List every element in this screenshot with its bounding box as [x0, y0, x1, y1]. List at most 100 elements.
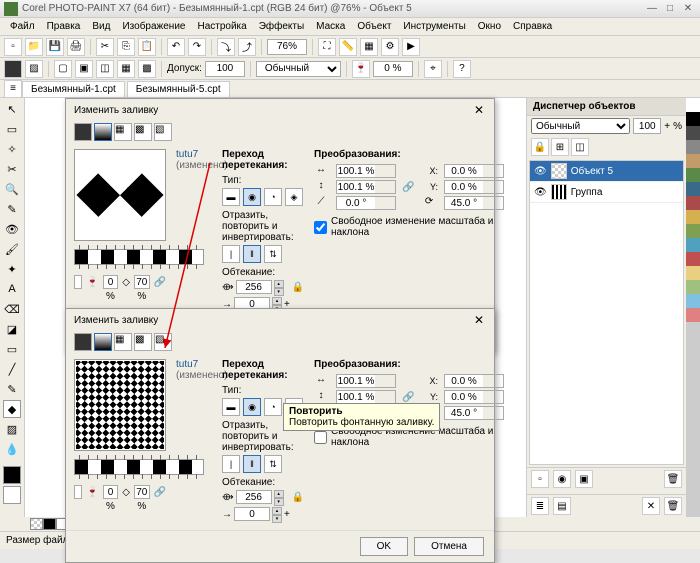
- opacity-input[interactable]: [373, 61, 413, 77]
- mirror-invert-2[interactable]: ⇅: [264, 455, 282, 473]
- redo-button[interactable]: ↷: [188, 38, 206, 56]
- type-linear[interactable]: ▬: [222, 188, 240, 206]
- mask-rect-tool[interactable]: ▭: [3, 120, 21, 138]
- gradient-stops[interactable]: [74, 249, 204, 265]
- effect-tool[interactable]: ✦: [3, 260, 21, 278]
- width-input[interactable]: [337, 165, 375, 177]
- x-input[interactable]: [445, 165, 483, 177]
- new-object-button[interactable]: ▫: [531, 470, 549, 488]
- object-row[interactable]: 👁 Группа: [530, 182, 683, 203]
- clone-tool[interactable]: ✎: [3, 200, 21, 218]
- menu-file[interactable]: Файл: [4, 21, 41, 32]
- print-button[interactable]: 🖨: [67, 38, 85, 56]
- stop-color-swatch-2[interactable]: [74, 485, 82, 499]
- menu-tools[interactable]: Инструменты: [397, 21, 471, 32]
- fill-type-4[interactable]: ▦: [117, 60, 135, 78]
- fill-bitmap-icon-2[interactable]: ▩: [134, 333, 152, 351]
- fill-tool[interactable]: ◆: [3, 400, 21, 418]
- copy-button[interactable]: ⎘: [117, 38, 135, 56]
- angle-input[interactable]: [445, 197, 483, 209]
- fg-color-swatch[interactable]: [3, 466, 21, 484]
- pattern-preview[interactable]: [74, 149, 166, 241]
- export-button[interactable]: ⤴: [238, 38, 256, 56]
- brush-tool[interactable]: 🖌: [3, 240, 21, 258]
- skew-input[interactable]: [337, 197, 375, 209]
- zoom-tool[interactable]: 🔍: [3, 180, 21, 198]
- panel-btn-d[interactable]: 🗑: [664, 497, 682, 515]
- panel-btn-c[interactable]: ✕: [642, 497, 660, 515]
- type-conical-2[interactable]: ◔: [264, 398, 282, 416]
- fill-fountain-icon[interactable]: [94, 123, 112, 141]
- menu-window[interactable]: Окно: [472, 21, 507, 32]
- new-button[interactable]: ▫: [4, 38, 22, 56]
- tab-doc-2[interactable]: Безымянный-5.cpt: [127, 81, 230, 97]
- fill-fountain[interactable]: ▨: [25, 60, 43, 78]
- object-list[interactable]: 👁 Объект 5 👁 Группа: [529, 160, 684, 465]
- clip-button[interactable]: ◫: [571, 138, 589, 156]
- text-tool[interactable]: A: [3, 280, 21, 298]
- tolerance-input[interactable]: [205, 61, 245, 77]
- crop-tool[interactable]: ✂: [3, 160, 21, 178]
- options-button[interactable]: ⚙: [381, 38, 399, 56]
- panel-btn-b[interactable]: ▤: [553, 497, 571, 515]
- mirror-repeat[interactable]: ‖: [243, 245, 261, 263]
- mirror-invert[interactable]: ⇅: [264, 245, 282, 263]
- canvas[interactable]: Изменить заливку ✕ ▦ ▩ ▧ 🍷 0 %: [25, 98, 526, 517]
- type-square[interactable]: ◈: [285, 188, 303, 206]
- eye-icon[interactable]: 👁: [534, 166, 547, 177]
- free-scale-checkbox-2[interactable]: [314, 431, 327, 444]
- zoom-input[interactable]: [267, 39, 307, 55]
- fill-fountain-icon-2[interactable]: [94, 333, 112, 351]
- fill-texture-icon[interactable]: ▧: [154, 123, 172, 141]
- fill-uniform[interactable]: [4, 60, 22, 78]
- pick-tool[interactable]: ↖: [3, 100, 21, 118]
- mirror-none[interactable]: |: [222, 245, 240, 263]
- new-mask-button[interactable]: ▣: [575, 470, 593, 488]
- launcher-button[interactable]: ▶: [402, 38, 420, 56]
- close-button[interactable]: ✕: [680, 2, 696, 16]
- transparency-tool[interactable]: ▨: [3, 420, 21, 438]
- tab-doc-1[interactable]: Безымянный-1.cpt: [22, 81, 125, 97]
- menu-mask[interactable]: Маска: [310, 21, 351, 32]
- dialog-close-icon[interactable]: ✕: [472, 103, 486, 117]
- mask-transform-tool[interactable]: ✧: [3, 140, 21, 158]
- line-tool[interactable]: ╱: [3, 360, 21, 378]
- fill-type-1[interactable]: ▢: [54, 60, 72, 78]
- save-button[interactable]: 💾: [46, 38, 64, 56]
- new-lens-button[interactable]: ◉: [553, 470, 571, 488]
- panel-btn-a[interactable]: ≣: [531, 497, 549, 515]
- menu-edit[interactable]: Правка: [41, 21, 87, 32]
- fill-pattern-icon[interactable]: ▦: [114, 123, 132, 141]
- open-button[interactable]: 📁: [25, 38, 43, 56]
- free-scale-checkbox[interactable]: [314, 221, 327, 234]
- y-input[interactable]: [445, 181, 483, 193]
- wrap-input-2[interactable]: [236, 490, 272, 504]
- help-icon[interactable]: ?: [453, 60, 471, 78]
- import-button[interactable]: ⤵: [217, 38, 235, 56]
- object-row-selected[interactable]: 👁 Объект 5: [530, 161, 683, 182]
- fill-pattern-icon-2[interactable]: ▦: [114, 333, 132, 351]
- wrap-up[interactable]: ▴: [274, 280, 284, 288]
- menu-help[interactable]: Справка: [507, 21, 558, 32]
- minimize-button[interactable]: —: [644, 2, 660, 16]
- merge-button[interactable]: ⊞: [551, 138, 569, 156]
- type-radial-2[interactable]: ◉: [243, 398, 261, 416]
- blend-mode-panel-select[interactable]: Обычный: [531, 118, 630, 134]
- link-icon[interactable]: 🔗: [402, 182, 416, 193]
- path-tool[interactable]: ✎: [3, 380, 21, 398]
- eraser-tool[interactable]: ⌫: [3, 300, 21, 318]
- menu-adjust[interactable]: Настройка: [191, 21, 252, 32]
- lock-button[interactable]: 🔒: [531, 138, 549, 156]
- type-radial[interactable]: ◉: [243, 188, 261, 206]
- chain-icon[interactable]: 🔗: [154, 277, 166, 288]
- fill-texture-icon-2[interactable]: ▧: [154, 333, 172, 351]
- type-conical[interactable]: ◔: [264, 188, 282, 206]
- eyedropper-tool[interactable]: 💧: [3, 440, 21, 458]
- accel-input-2[interactable]: [234, 507, 270, 521]
- fill-type-3[interactable]: ◫: [96, 60, 114, 78]
- panel-opacity[interactable]: [633, 118, 661, 134]
- delete-button[interactable]: 🗑: [664, 470, 682, 488]
- tab-menu[interactable]: ≡: [4, 80, 22, 98]
- wrap-input[interactable]: [236, 280, 272, 294]
- color-palette-dock[interactable]: [686, 98, 700, 517]
